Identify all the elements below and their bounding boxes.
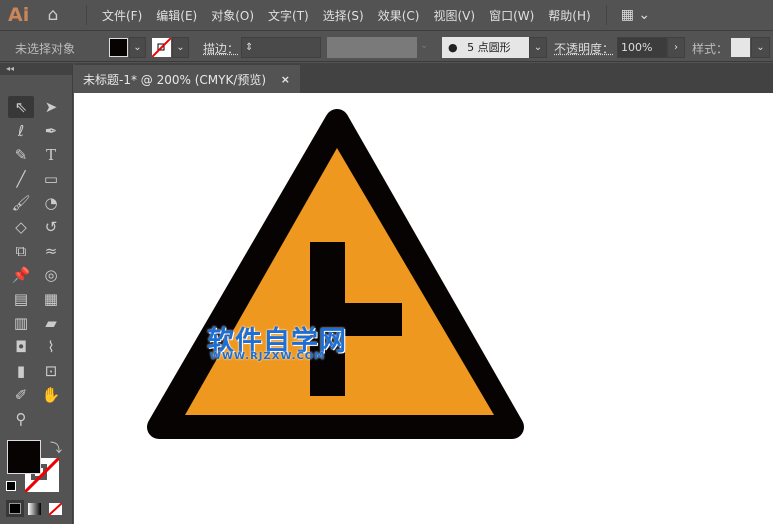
type-tool-icon[interactable]: T	[38, 144, 64, 166]
style-label: 样式：	[692, 42, 729, 56]
divider	[605, 5, 607, 25]
mesh-tool-icon[interactable]: ▦	[38, 288, 64, 310]
brush-dropdown[interactable]: ⌄	[529, 37, 547, 58]
fill-dropdown[interactable]: ⌄	[129, 37, 146, 58]
graph-tool-icon[interactable]: ▮	[8, 360, 34, 382]
menu-effect[interactable]: 效果(C)	[378, 7, 420, 24]
fill-color-box[interactable]	[7, 440, 41, 474]
menu-edit[interactable]: 编辑(E)	[156, 7, 197, 24]
rotate-tool-icon[interactable]: ↺	[38, 216, 64, 238]
blend-tool-icon[interactable]: ◘	[8, 336, 34, 358]
stroke-dropdown[interactable]: ⌄	[172, 37, 189, 58]
stroke-swatch-none[interactable]	[152, 38, 171, 57]
zoom-tool-icon[interactable]: ⚲	[8, 408, 34, 430]
opacity-input[interactable]: 100%	[617, 37, 667, 58]
sign-side-bar	[344, 303, 402, 336]
stroke-weight-stepper[interactable]: ⇕	[241, 37, 321, 58]
artboard-canvas[interactable]: 软件自学网 WWW.RJZXW.COM	[74, 93, 773, 524]
style-swatch[interactable]	[731, 38, 750, 57]
opacity-label[interactable]: 不透明度：	[554, 40, 614, 57]
workspace-layout-icon[interactable]: ▦ ⌄	[621, 7, 650, 23]
eraser-tool-icon[interactable]: ◇	[8, 216, 34, 238]
menu-file[interactable]: 文件(F)	[102, 7, 142, 24]
opacity-arrow[interactable]: ›	[667, 37, 685, 58]
document-tabs: 未标题-1* @ 200% (CMYK/预览) ×	[74, 63, 773, 93]
variable-width-profile[interactable]	[327, 37, 417, 58]
menu-bar: Ai ⌂ 文件(F) 编辑(E) 对象(O) 文字(T) 选择(S) 效果(C)…	[0, 0, 773, 31]
pen-tool-icon[interactable]: ✒	[38, 120, 64, 142]
app-logo: Ai	[8, 4, 30, 26]
gradient-tool-icon[interactable]: ▥	[8, 312, 34, 334]
paintbrush-tool-icon[interactable]: 🖌	[8, 192, 34, 214]
tools-panel: ◂◂ ⇖ ➤ ℓ ✒ ✎ T ╱ ▭ 🖌 ◔ ◇ ↺ ⧉ ≈ 📌 ◎ ▤ ▦ ▥…	[0, 63, 73, 524]
divider	[86, 5, 87, 25]
fill-swatch[interactable]	[109, 38, 128, 57]
none-mode-button[interactable]	[49, 503, 62, 515]
eyedropper-tool-icon[interactable]: ⌇	[38, 336, 64, 358]
style-dropdown[interactable]: ⌄	[751, 37, 770, 58]
scale-tool-icon[interactable]: ⧉	[8, 240, 34, 262]
menu-select[interactable]: 选择(S)	[323, 7, 364, 24]
stroke-label[interactable]: 描边：	[203, 40, 239, 57]
gradient-mode-button[interactable]	[28, 503, 41, 515]
home-icon[interactable]: ⌂	[42, 5, 64, 25]
measure-tool-icon[interactable]: ▰	[38, 312, 64, 334]
watermark-url: WWW.RJZXW.COM	[210, 351, 326, 362]
profile-dropdown: ⌄	[420, 40, 429, 51]
selection-tool-icon[interactable]: ⇖	[8, 96, 34, 118]
crossroad-warning-sign[interactable]	[74, 93, 773, 524]
menu-help[interactable]: 帮助(H)	[548, 7, 590, 24]
line-tool-icon[interactable]: ╱	[8, 168, 34, 190]
perspective-grid-tool-icon[interactable]: ▤	[8, 288, 34, 310]
selection-status: 未选择对象	[15, 42, 76, 56]
shape-builder-tool-icon[interactable]: ◎	[38, 264, 64, 286]
color-mode-button[interactable]	[6, 500, 24, 517]
curvature-tool-icon[interactable]: ✎	[8, 144, 34, 166]
lasso-tool-icon[interactable]: ℓ	[8, 120, 34, 142]
direct-selection-tool-icon[interactable]: ➤	[38, 96, 64, 118]
artboard-tool-icon[interactable]: ⊡	[38, 360, 64, 382]
control-bar: 未选择对象 ⌄ ⌄ 描边： ⇕ ⌄ ● 5 点圆形 ⌄ 不透明度： 100% ›…	[0, 32, 773, 62]
swap-fill-stroke-icon[interactable]: ⤵	[50, 439, 62, 456]
collapse-panel-icon[interactable]: ◂◂	[0, 63, 72, 75]
menu-window[interactable]: 窗口(W)	[489, 7, 534, 24]
close-tab-icon[interactable]: ×	[281, 73, 290, 86]
warp-tool-icon[interactable]: ≈	[38, 240, 64, 262]
hand-tool-icon[interactable]: ✋	[38, 384, 64, 406]
puppet-warp-tool-icon[interactable]: 📌	[8, 264, 34, 286]
menu-view[interactable]: 视图(V)	[433, 7, 475, 24]
rectangle-tool-icon[interactable]: ▭	[38, 168, 64, 190]
shaper-tool-icon[interactable]: ◔	[38, 192, 64, 214]
document-tab[interactable]: 未标题-1* @ 200% (CMYK/预览) ×	[74, 65, 300, 93]
brush-value: 5 点圆形	[467, 41, 511, 54]
slice-tool-icon[interactable]: ✐	[8, 384, 34, 406]
default-colors-icon[interactable]	[6, 481, 16, 491]
menu-object[interactable]: 对象(O)	[211, 7, 254, 24]
menu-type[interactable]: 文字(T)	[268, 7, 309, 24]
document-tab-title: 未标题-1* @ 200% (CMYK/预览)	[83, 72, 267, 87]
